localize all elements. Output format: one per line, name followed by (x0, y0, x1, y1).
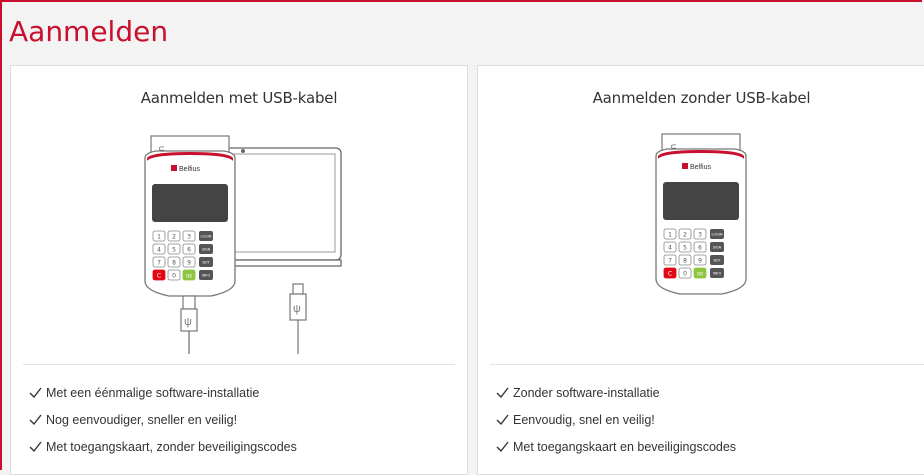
keypad-key-label: 9 (698, 258, 702, 265)
keypad-key-label: 3 (698, 232, 702, 239)
reader-illustration: US Belfius 123456789C0OKLOGINSIGNBUYINFO (655, 133, 747, 295)
card-title: Aanmelden zonder USB-kabel (592, 89, 811, 107)
function-key-label: INFO (713, 272, 722, 276)
keypad-key-label: C (157, 273, 161, 280)
keypad-key-label: 4 (157, 247, 161, 254)
keypad-key-label: 8 (172, 260, 176, 267)
function-key-label: INFO (202, 274, 211, 278)
card-reader-icon: Belfius 1 2 3 4 5 6 7 8 9 C 0 OK LOGIN SIGN BUY INFO (655, 148, 747, 295)
keypad-key-label: 6 (698, 245, 702, 252)
feature-item: Met een éénmalige software-installatie (29, 379, 297, 406)
keypad-key-label: 7 (668, 258, 672, 265)
feature-text: Met een éénmalige software-installatie (46, 385, 260, 400)
login-with-usb-card[interactable]: Aanmelden met USB-kabel US Belfius 12345… (10, 65, 468, 475)
keypad-key-label: 2 (172, 234, 176, 241)
brand-label: Belfius (690, 164, 712, 171)
brand-label: Belfius (179, 166, 201, 173)
feature-list: Met een éénmalige software-installatie N… (29, 379, 297, 460)
feature-item: Met toegangskaart, zonder beveiligingsco… (29, 433, 297, 460)
card-title: Aanmelden met USB-kabel (140, 89, 338, 107)
check-icon (496, 414, 509, 426)
feature-item: Zonder software-installatie (496, 379, 736, 406)
function-key-label: BUY (202, 261, 210, 265)
feature-item: Nog eenvoudiger, sneller en veilig! (29, 406, 297, 433)
keypad-key-label: 6 (187, 247, 191, 254)
card-divider (490, 364, 924, 365)
function-key-label: SIGN (713, 246, 722, 250)
feature-text: Zonder software-installatie (513, 385, 660, 400)
keypad-key-label: C (668, 271, 672, 278)
function-key-label: SIGN (202, 248, 211, 252)
check-icon (29, 441, 42, 453)
feature-item: Eenvoudig, snel en veilig! (496, 406, 736, 433)
keypad-key-label: 7 (157, 260, 161, 267)
check-icon (496, 387, 509, 399)
card-divider (23, 364, 455, 365)
keypad-key-label: 9 (187, 260, 191, 267)
keypad-key-label: 3 (187, 234, 191, 241)
check-icon (29, 414, 42, 426)
check-icon (29, 387, 42, 399)
feature-text: Eenvoudig, snel en veilig! (513, 412, 655, 427)
keypad-key-label: OK (697, 272, 705, 278)
feature-text: Met toegangskaart, zonder beveiligingsco… (46, 439, 297, 454)
feature-item: Met toegangskaart en beveiligingscodes (496, 433, 736, 460)
usb-reader-illustration: US Belfius 123456789C0OKLOGINSIGNBUYINFO… (144, 135, 342, 354)
keypad-key-label: 4 (668, 245, 672, 252)
function-key-label: LOGIN (712, 233, 723, 237)
feature-list: Zonder software-installatie Eenvoudig, s… (496, 379, 736, 460)
login-without-usb-card[interactable]: Aanmelden zonder USB-kabel US Belfius 12… (477, 65, 924, 475)
feature-text: Nog eenvoudiger, sneller en veilig! (46, 412, 238, 427)
function-key-label: LOGIN (201, 235, 212, 239)
svg-text:ψ: ψ (293, 303, 301, 315)
function-key-label: BUY (713, 259, 721, 263)
keypad-key-label: 8 (683, 258, 687, 265)
keypad-key-label: 1 (668, 232, 672, 239)
keypad-key-label: 5 (172, 247, 176, 254)
check-icon (496, 441, 509, 453)
keypad-key-label: OK (186, 274, 194, 280)
card-reader-icon: Belfius 1 2 3 4 5 6 7 8 9 C 0 OK LOGIN SIGN BUY INFO ψ (144, 150, 236, 354)
keypad-key-label: 0 (172, 273, 176, 280)
keypad-key-label: 0 (683, 271, 687, 278)
usb-icon: ψ (184, 316, 192, 328)
usb-plug-icon: ψ (289, 283, 307, 354)
keypad-key-label: 2 (683, 232, 687, 239)
keypad-key-label: 5 (683, 245, 687, 252)
page-title: Aanmelden (9, 15, 169, 48)
feature-text: Met toegangskaart en beveiligingscodes (513, 439, 737, 454)
keypad-key-label: 1 (157, 234, 161, 241)
